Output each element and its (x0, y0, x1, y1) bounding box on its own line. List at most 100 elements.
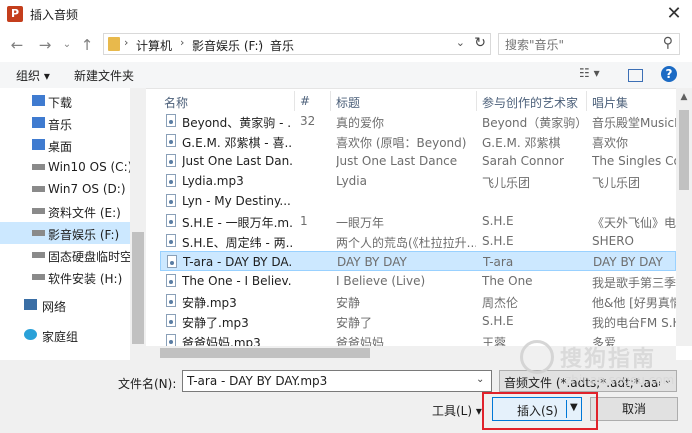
back-arrow-icon[interactable]: ← (8, 35, 26, 55)
audio-file-icon (166, 314, 176, 327)
file-track-number: 32 (300, 114, 316, 128)
preview-pane-icon[interactable] (628, 69, 643, 82)
file-artist: G.E.M. 邓紫棋 (482, 136, 561, 150)
search-input[interactable] (503, 35, 657, 55)
file-album: 《天外飞仙》电视 (592, 216, 676, 230)
file-row[interactable]: The One - I Believ... I Believe (Live) The… (160, 271, 676, 291)
file-row[interactable]: Lydia.mp3 Lydia 飞儿乐团 飞儿乐团 (160, 171, 676, 191)
sidebar-item-drive-e[interactable]: 资料文件 (E:) (0, 200, 130, 222)
audio-file-icon (166, 194, 176, 207)
column-album[interactable]: 唱片集 (592, 94, 628, 111)
view-options-icon[interactable]: ☷ ▾ (579, 66, 600, 80)
file-album: 我的电台FM S.H.E (592, 316, 676, 330)
sidebar-item-drive-h[interactable]: 软件安装 (H:) (0, 266, 130, 288)
new-folder-button[interactable]: 新建文件夹 (74, 67, 134, 84)
file-title: 安静 (336, 296, 361, 310)
scroll-up-arrow-icon[interactable]: ▲ (676, 92, 692, 106)
audio-file-icon (166, 154, 176, 167)
file-title: 喜欢你 (原唱：Beyond) (336, 136, 467, 150)
file-row[interactable]: Just One Last Dan... Just One Last Dance S… (160, 151, 676, 171)
file-album: 我是歌手第三季 自 (592, 276, 676, 290)
column-title[interactable]: 标题 (336, 94, 360, 111)
file-row[interactable]: Beyond、黄家驹 - ... 32 真的爱你 Beyond（黄家驹） 音乐殿堂Mus… (160, 111, 676, 131)
horizontal-scrollbar-thumb[interactable] (160, 348, 370, 358)
file-artist: Sarah Connor (482, 154, 564, 168)
file-name: G.E.M. 邓紫棋 - 喜... (182, 136, 292, 150)
breadcrumb-chevron-icon[interactable]: › (124, 36, 128, 49)
column-artist[interactable]: 参与创作的艺术家 (482, 94, 578, 111)
file-row[interactable]: Lyn - My Destiny.... (160, 191, 676, 211)
search-box[interactable]: ⚲ (498, 33, 680, 55)
address-dropdown-icon[interactable]: ⌄ (456, 36, 465, 49)
file-artist: 周杰伦 (482, 296, 519, 310)
drive-icon (32, 208, 45, 214)
file-name: 安静.mp3 (182, 296, 237, 310)
powerpoint-app-icon: P (7, 6, 23, 22)
sidebar-item-network[interactable]: 网络 (0, 294, 130, 316)
sidebar-item-downloads[interactable]: 下载 (0, 90, 130, 112)
refresh-icon[interactable]: ↻ (474, 35, 486, 51)
sidebar-item-desktop[interactable]: 桌面 (0, 134, 130, 156)
breadcrumb-drive[interactable]: 影音娱乐 (F:) (192, 37, 263, 54)
sidebar-item-label: 软件安装 (H:) (48, 272, 123, 286)
file-album: 音乐殿堂MusicP... (592, 116, 676, 130)
forward-arrow-icon[interactable]: → (36, 35, 54, 55)
window-title: 插入音频 (30, 8, 79, 22)
audio-file-icon (167, 255, 177, 268)
filename-input[interactable] (182, 370, 492, 392)
breadcrumb-chevron-icon[interactable]: › (180, 36, 184, 49)
search-icon[interactable]: ⚲ (663, 35, 673, 51)
file-row[interactable]: S.H.E、周定纬 - 两... 两个人的荒岛(《杜拉拉升... S.H.E SHER… (160, 231, 676, 251)
file-artist: The One (482, 274, 533, 288)
file-title: 一眼万年 (336, 216, 385, 230)
tools-menu-button[interactable]: 工具(L) ▾ (432, 402, 482, 419)
file-title: DAY BY DAY (337, 255, 407, 269)
help-icon[interactable]: ? (661, 66, 677, 82)
file-row[interactable]: S.H.E - 一眼万年.m... 1 一眼万年 S.H.E 《天外飞仙》电视 (160, 211, 676, 231)
drive-icon (32, 274, 45, 280)
file-row[interactable]: T-ara - DAY BY DA... DAY BY DAY T-ara DAY B… (160, 251, 676, 271)
filename-dropdown-icon[interactable]: ⌄ (476, 374, 484, 385)
sidebar-item-drive-c[interactable]: Win10 OS (C:) (0, 156, 132, 178)
audio-file-icon (166, 294, 176, 307)
file-name: T-ara - DAY BY DA... (183, 255, 293, 269)
homegroup-icon (24, 329, 37, 340)
file-album: 飞儿乐团 (592, 176, 641, 190)
vertical-scrollbar-thumb[interactable] (679, 110, 689, 190)
sidebar-item-label: Win7 OS (D:) (48, 182, 126, 196)
cancel-button[interactable]: 取消 (590, 397, 678, 421)
address-bar[interactable]: › 计算机 › 影音娱乐 (F:) › 音乐 ⌄ ↻ (103, 33, 491, 55)
file-title: I Believe (Live) (336, 274, 426, 288)
organize-button[interactable]: 组织 ▾ (16, 67, 50, 84)
file-name: Lyn - My Destiny.... (182, 194, 292, 208)
file-title: Lydia (336, 174, 367, 188)
audio-file-icon (166, 174, 176, 187)
file-artist: S.H.E (482, 214, 514, 228)
breadcrumb-computer[interactable]: 计算机 (136, 37, 172, 54)
sidebar-scrollbar-thumb[interactable] (132, 232, 144, 344)
command-toolbar: 组织 ▾ 新建文件夹 ☷ ▾ ? (0, 62, 692, 89)
audio-file-icon (166, 114, 176, 127)
file-name: The One - I Believ... (182, 274, 292, 288)
recent-locations-chevron-icon[interactable]: ⌄ (58, 35, 76, 55)
sidebar-item-music[interactable]: 音乐 (0, 112, 130, 134)
column-number[interactable]: # (300, 94, 310, 108)
file-row[interactable]: 安静.mp3 安静 周杰伦 他&他 [好男真情 (160, 291, 676, 311)
breadcrumb-chevron-icon[interactable]: › (258, 36, 262, 49)
sidebar-item-drive-g[interactable]: 固态硬盘临时空间 (0, 244, 130, 266)
sidebar-item-drive-d[interactable]: Win7 OS (D:) (0, 178, 130, 200)
file-row[interactable]: 安静了.mp3 安静了 S.H.E 我的电台FM S.H.E (160, 311, 676, 331)
sidebar-item-label: 影音娱乐 (F:) (48, 228, 120, 242)
drive-icon (32, 230, 45, 236)
column-name[interactable]: 名称 (164, 94, 188, 111)
sidebar-item-drive-f[interactable]: 影音娱乐 (F:) (0, 222, 130, 244)
breadcrumb-music[interactable]: 音乐 (270, 37, 294, 54)
sidebar-item-homegroup[interactable]: 家庭组 (0, 324, 130, 346)
sidebar-item-label: 资料文件 (E:) (48, 206, 121, 220)
sidebar-item-label: 下载 (48, 96, 73, 110)
close-button[interactable]: ✕ (664, 4, 684, 24)
file-album: 他&他 [好男真情 (592, 296, 676, 310)
up-arrow-icon[interactable]: ↑ (78, 35, 96, 55)
file-album: DAY BY DAY (593, 255, 663, 269)
file-row[interactable]: G.E.M. 邓紫棋 - 喜... 喜欢你 (原唱：Beyond) G.E.M. 邓… (160, 131, 676, 151)
